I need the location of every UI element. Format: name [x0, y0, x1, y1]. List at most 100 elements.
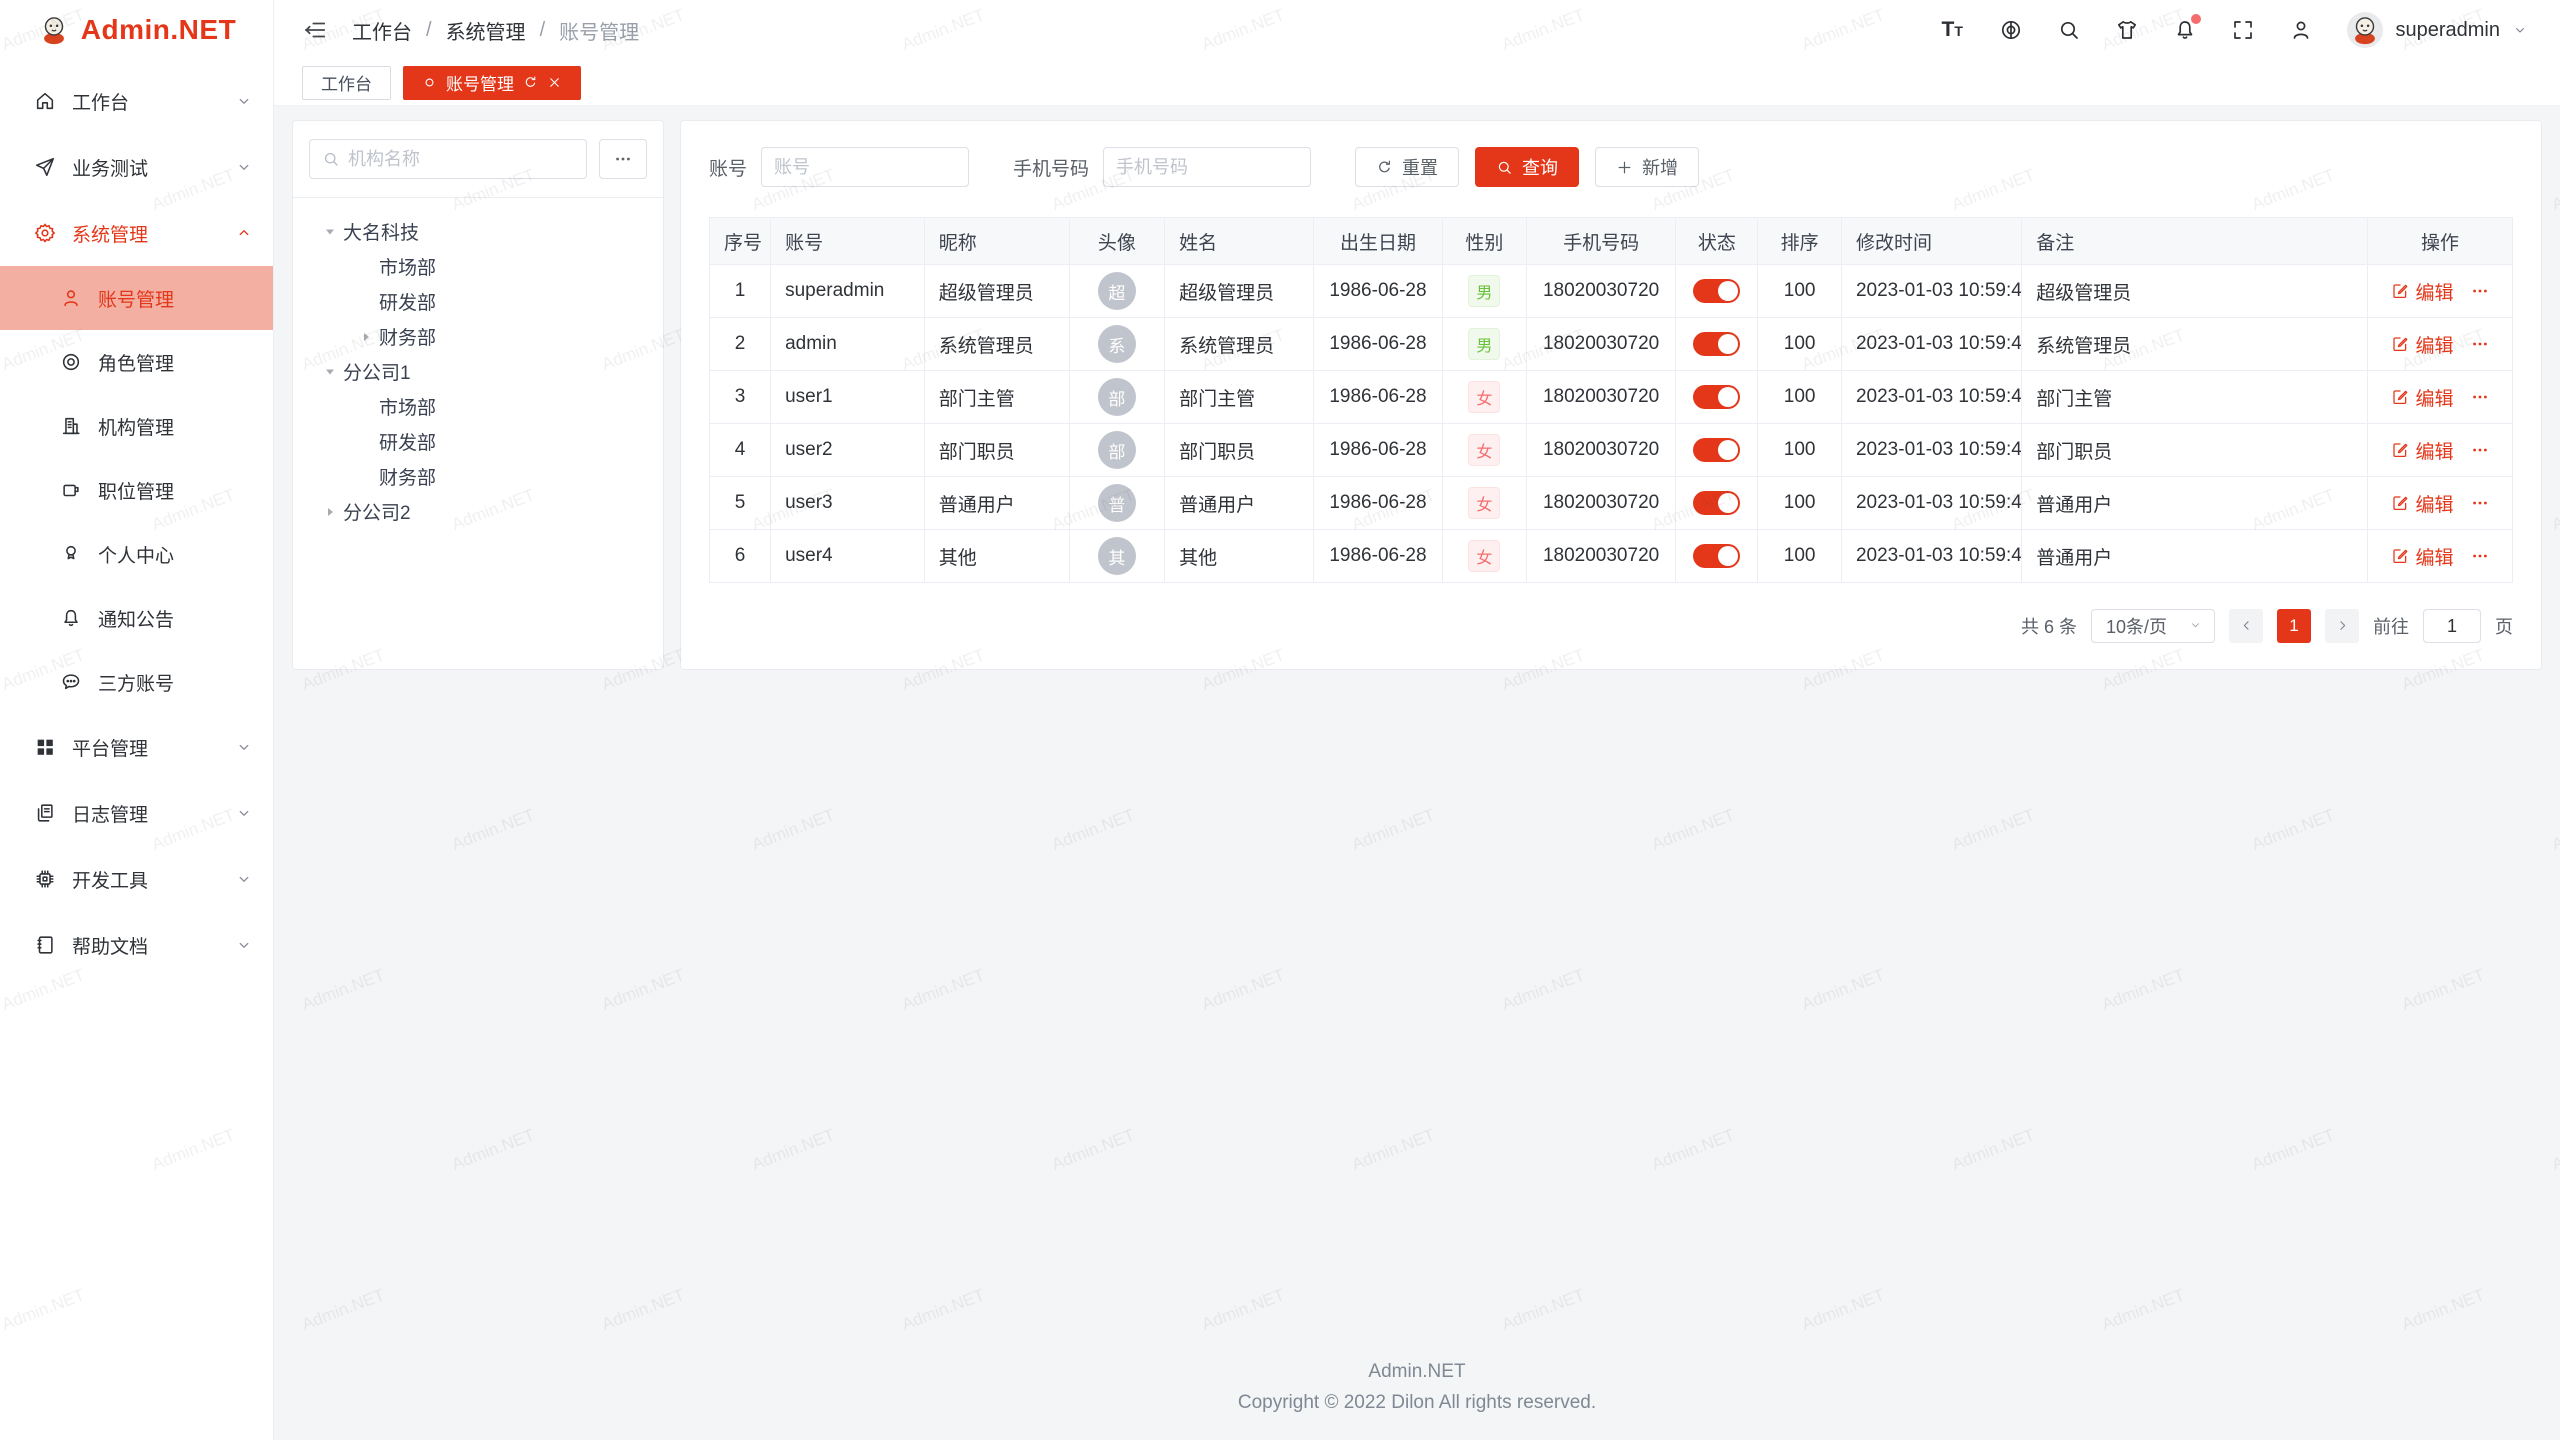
- row-more-button[interactable]: [2470, 546, 2490, 566]
- tree-more-button[interactable]: [599, 139, 647, 179]
- row-more-button[interactable]: [2470, 493, 2490, 513]
- language-icon[interactable]: [1999, 18, 2023, 42]
- tree-node[interactable]: 大名科技: [309, 214, 647, 249]
- status-toggle[interactable]: [1693, 279, 1740, 303]
- tree-caret-icon[interactable]: [317, 224, 343, 240]
- tab-active[interactable]: 账号管理: [403, 66, 581, 100]
- status-toggle[interactable]: [1693, 491, 1740, 515]
- tab-label: 工作台: [321, 70, 372, 95]
- sidebar-subitem[interactable]: 三方账号: [0, 650, 273, 714]
- org-search-input[interactable]: [348, 149, 574, 170]
- user-icon[interactable]: [2289, 18, 2313, 42]
- edit-button[interactable]: 编辑: [2391, 543, 2454, 570]
- column-header: 头像: [1069, 218, 1165, 265]
- sidebar-subitem[interactable]: 职位管理: [0, 458, 273, 522]
- tree-caret-icon[interactable]: [353, 329, 379, 345]
- breadcrumb: 工作台/系统管理/账号管理: [352, 16, 639, 45]
- cell-account: user1: [771, 371, 925, 424]
- tab-close-icon[interactable]: [547, 75, 562, 90]
- reset-button[interactable]: 重置: [1355, 147, 1459, 187]
- sidebar-subitem[interactable]: 机构管理: [0, 394, 273, 458]
- edit-label: 编辑: [2416, 278, 2454, 305]
- user-menu[interactable]: superadmin: [2347, 12, 2528, 48]
- status-toggle[interactable]: [1693, 438, 1740, 462]
- prev-page-button[interactable]: [2229, 609, 2263, 643]
- gear-icon: [34, 222, 56, 244]
- sidebar-item[interactable]: 日志管理: [0, 780, 273, 846]
- cell-name: 普通用户: [1165, 477, 1314, 530]
- edit-button[interactable]: 编辑: [2391, 437, 2454, 464]
- sidebar-subitem[interactable]: 个人中心: [0, 522, 273, 586]
- account-label: 账号: [709, 154, 747, 181]
- status-toggle[interactable]: [1693, 544, 1740, 568]
- tree-node[interactable]: 市场部: [309, 249, 647, 284]
- edit-button[interactable]: 编辑: [2391, 331, 2454, 358]
- add-button[interactable]: 新增: [1595, 147, 1699, 187]
- status-toggle[interactable]: [1693, 385, 1740, 409]
- phone-input[interactable]: [1116, 157, 1298, 178]
- search-button[interactable]: 查询: [1475, 147, 1579, 187]
- sidebar-item[interactable]: 业务测试: [0, 134, 273, 200]
- total-count: 共 6 条: [2021, 613, 2077, 639]
- tree-caret-icon[interactable]: [317, 504, 343, 520]
- sidebar-subitem[interactable]: 账号管理: [0, 266, 273, 330]
- tab[interactable]: 工作台: [302, 66, 391, 100]
- sidebar-item[interactable]: 系统管理: [0, 200, 273, 266]
- gender-badge: 女: [1468, 381, 1500, 413]
- tree-node[interactable]: 分公司1: [309, 354, 647, 389]
- row-more-button[interactable]: [2470, 440, 2490, 460]
- sidebar-item[interactable]: 平台管理: [0, 714, 273, 780]
- row-more-button[interactable]: [2470, 334, 2490, 354]
- sidebar-subitem[interactable]: 通知公告: [0, 586, 273, 650]
- next-page-button[interactable]: [2325, 609, 2359, 643]
- edit-button[interactable]: 编辑: [2391, 384, 2454, 411]
- table-row: 3user1部门主管部部门主管1986-06-28女18020030720100…: [710, 371, 2513, 424]
- tree-node-label: 市场部: [379, 253, 436, 280]
- edit-button[interactable]: 编辑: [2391, 490, 2454, 517]
- cell-index: 4: [710, 424, 771, 477]
- search-icon[interactable]: [2057, 18, 2081, 42]
- tree-node[interactable]: 财务部: [309, 459, 647, 494]
- font-size-icon[interactable]: TT: [1941, 18, 1965, 42]
- menu-fold-icon[interactable]: [302, 17, 328, 43]
- cell-avatar: 系: [1069, 318, 1165, 371]
- edit-label: 编辑: [2416, 543, 2454, 570]
- sidebar-item[interactable]: 开发工具: [0, 846, 273, 912]
- search-icon: [1496, 159, 1513, 176]
- row-more-button[interactable]: [2470, 281, 2490, 301]
- column-header: 备注: [2022, 218, 2368, 265]
- chevron-down-icon: [235, 158, 253, 176]
- tree-node[interactable]: 市场部: [309, 389, 647, 424]
- breadcrumb-item[interactable]: 工作台: [352, 16, 412, 45]
- edit-button[interactable]: 编辑: [2391, 278, 2454, 305]
- theme-icon[interactable]: [2115, 18, 2139, 42]
- status-toggle[interactable]: [1693, 332, 1740, 356]
- tree-node[interactable]: 分公司2: [309, 494, 647, 529]
- tree-node[interactable]: 研发部: [309, 284, 647, 319]
- sidebar-item[interactable]: 帮助文档: [0, 912, 273, 978]
- page-size-select[interactable]: 10条/页: [2091, 609, 2215, 643]
- fullscreen-icon[interactable]: [2231, 18, 2255, 42]
- account-input[interactable]: [774, 157, 956, 178]
- sidebar-subitem[interactable]: 角色管理: [0, 330, 273, 394]
- cell-phone: 18020030720: [1526, 371, 1676, 424]
- cell-birthdate: 1986-06-28: [1313, 265, 1442, 318]
- tree-node[interactable]: 研发部: [309, 424, 647, 459]
- notification-badge: [2191, 14, 2201, 24]
- sidebar-subitem-label: 机构管理: [98, 413, 174, 440]
- notification-icon[interactable]: [2173, 18, 2197, 42]
- page-unit: 页: [2495, 613, 2513, 639]
- tab-refresh-icon[interactable]: [523, 75, 538, 90]
- goto-page-input[interactable]: [2423, 609, 2481, 643]
- sidebar-item-label: 工作台: [72, 88, 235, 115]
- tree-node-label: 财务部: [379, 323, 436, 350]
- row-more-button[interactable]: [2470, 387, 2490, 407]
- sidebar-item[interactable]: 工作台: [0, 68, 273, 134]
- breadcrumb-item[interactable]: 系统管理: [446, 16, 526, 45]
- tree-node[interactable]: 财务部: [309, 319, 647, 354]
- column-header: 姓名: [1165, 218, 1314, 265]
- cell-remark: 普通用户: [2022, 477, 2368, 530]
- cell-status: [1676, 371, 1758, 424]
- page-number[interactable]: 1: [2277, 609, 2311, 643]
- tree-caret-icon[interactable]: [317, 364, 343, 380]
